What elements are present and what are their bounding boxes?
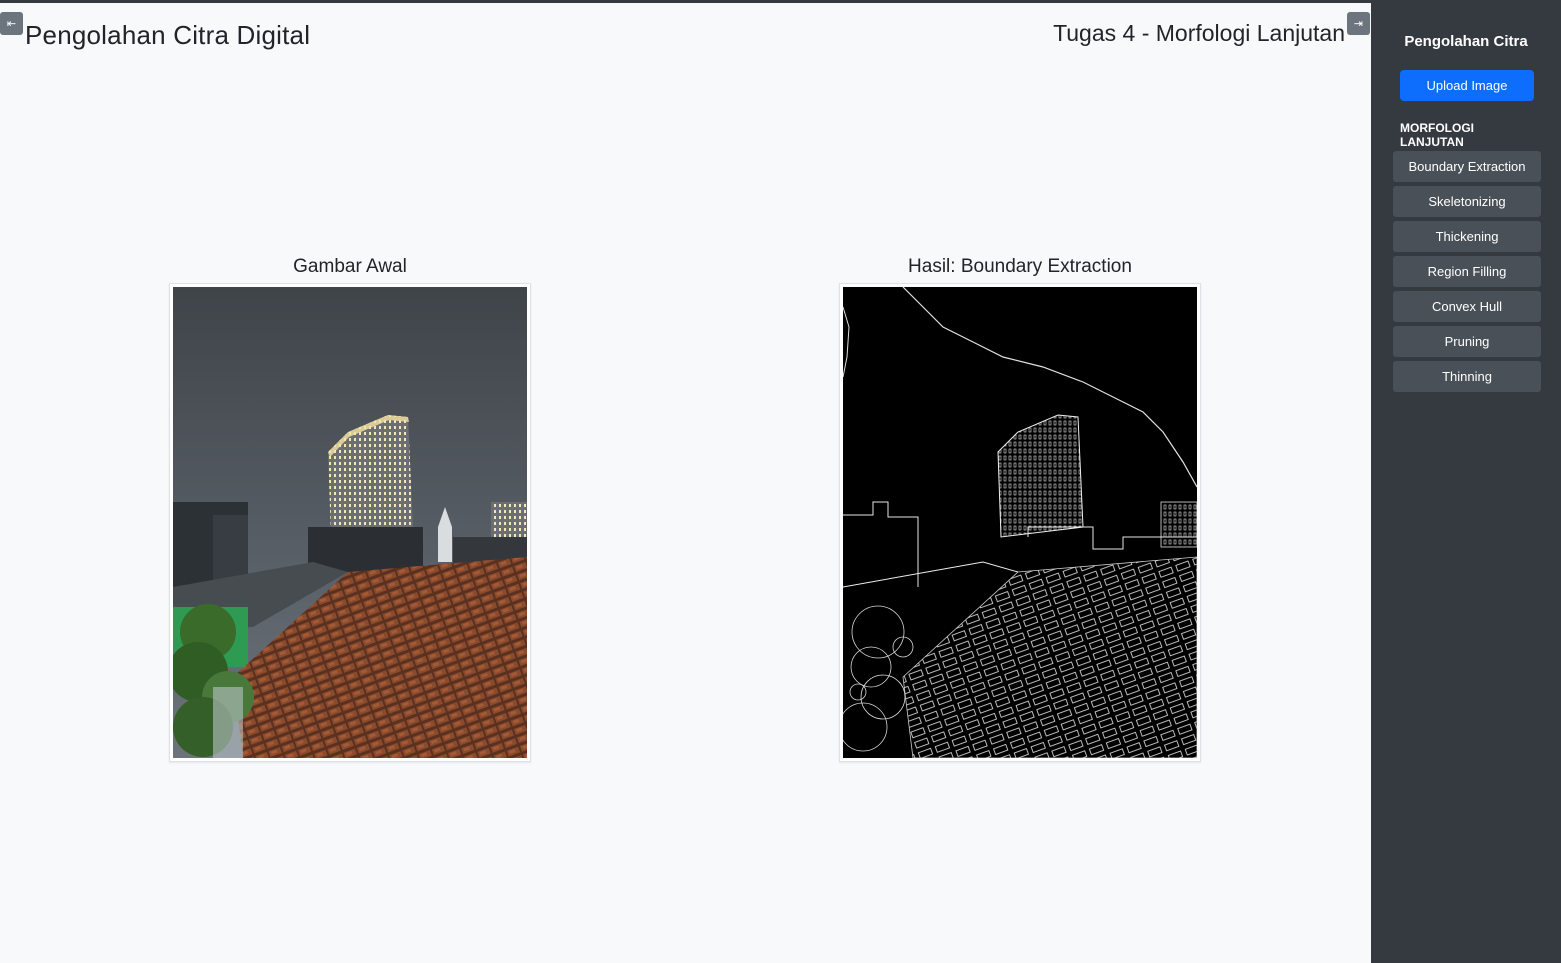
collapse-right-icon[interactable]: ⇥ — [1347, 12, 1370, 35]
result-image-title: Hasil: Boundary Extraction — [908, 256, 1132, 277]
result-image-frame — [839, 283, 1201, 762]
original-image — [173, 287, 527, 758]
sidebar: Pengolahan Citra Upload Image MORFOLOGI … — [1371, 3, 1561, 963]
page-title: Pengolahan Citra Digital — [25, 20, 311, 50]
menu-item-thinning[interactable]: Thinning — [1393, 361, 1541, 392]
original-image-panel: Gambar Awal — [169, 255, 531, 762]
menu-item-convex-hull[interactable]: Convex Hull — [1393, 291, 1541, 322]
menu-item-region-filling[interactable]: Region Filling — [1393, 256, 1541, 287]
assignment-title: Tugas 4 - Morfologi Lanjutan — [1053, 20, 1345, 46]
result-image-panel: Hasil: Boundary Extraction — [839, 255, 1201, 762]
sidebar-title: Pengolahan Citra — [1404, 33, 1528, 50]
menu-item-boundary-extraction[interactable]: Boundary Extraction — [1393, 151, 1541, 182]
menu-item-skeletonizing[interactable]: Skeletonizing — [1393, 186, 1541, 217]
menu-item-pruning[interactable]: Pruning — [1393, 326, 1541, 357]
result-image — [843, 287, 1197, 758]
original-image-title: Gambar Awal — [293, 256, 407, 277]
menu-item-thickening[interactable]: Thickening — [1393, 221, 1541, 252]
section-label-morfologi: MORFOLOGI LANJUTAN — [1400, 121, 1474, 149]
upload-image-button[interactable]: Upload Image — [1400, 70, 1534, 101]
main-content: ⇤ ⇥ Pengolahan Citra Digital Tugas 4 - M… — [0, 3, 1371, 963]
original-image-frame — [169, 283, 531, 762]
morphology-menu: Boundary Extraction Skeletonizing Thicke… — [1393, 151, 1541, 396]
collapse-left-icon[interactable]: ⇤ — [0, 12, 23, 35]
